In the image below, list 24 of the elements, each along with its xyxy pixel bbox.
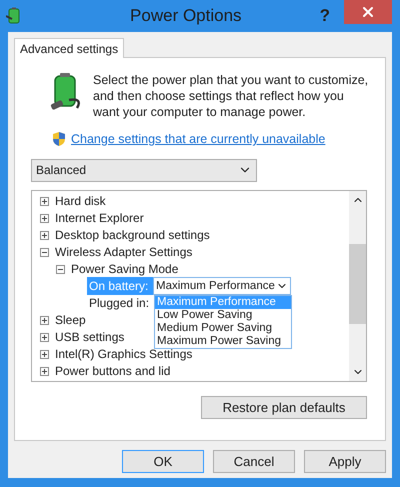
- tab[interactable]: Advanced settings: [14, 38, 124, 58]
- help-button[interactable]: ?: [320, 3, 330, 29]
- tree-item[interactable]: Power Saving Mode: [71, 260, 178, 278]
- tree-item[interactable]: Sleep: [55, 311, 86, 330]
- setting-select[interactable]: Maximum Performance: [153, 277, 291, 296]
- dropdown-option[interactable]: Low Power Saving: [155, 308, 291, 322]
- dialog-button[interactable]: OK: [122, 450, 204, 473]
- plan-select[interactable]: Balanced: [31, 158, 257, 182]
- dropdown-option[interactable]: Maximum Power Saving: [155, 334, 291, 348]
- dialog-button[interactable]: Cancel: [213, 450, 295, 473]
- tree-item[interactable]: Desktop background settings: [55, 226, 210, 244]
- tree-item[interactable]: Intel(R) Graphics Settings: [55, 345, 192, 364]
- description-text: Select the power plan that you want to customize, and then choose settings that reflect how you want your computer to manage power.: [93, 72, 369, 120]
- tree-item[interactable]: Wireless Adapter Settings: [55, 243, 192, 262]
- window-title: Power Options: [130, 5, 242, 28]
- setting-label[interactable]: Plugged in:: [87, 294, 153, 312]
- restore-defaults-button[interactable]: Restore plan defaults: [201, 396, 367, 419]
- tree-item[interactable]: Power buttons and lid: [55, 362, 170, 380]
- dialog-button[interactable]: Apply: [304, 450, 386, 473]
- dropdown-option[interactable]: Medium Power Saving: [155, 322, 291, 335]
- tree-item[interactable]: Hard disk: [55, 192, 106, 210]
- link[interactable]: Change settings that are currently unavailable: [71, 130, 326, 149]
- tree-item[interactable]: Internet Explorer: [55, 209, 144, 228]
- tree-item[interactable]: USB settings: [55, 328, 124, 346]
